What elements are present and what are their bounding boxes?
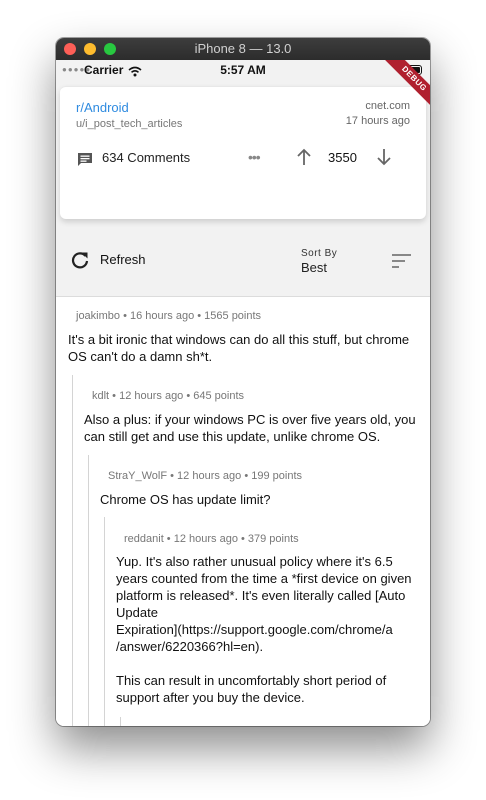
thread-line	[72, 375, 73, 726]
comment-body: Also a plus: if your windows PC is over …	[84, 412, 416, 444]
more-options-icon[interactable]: •••	[248, 149, 261, 165]
window-title: iPhone 8 — 13.0	[194, 41, 292, 56]
post-card[interactable]: r/Android u/i_post_tech_articles cnet.co…	[60, 86, 426, 219]
post-age: 17 hours ago	[345, 115, 410, 127]
post-score: 3550	[328, 150, 357, 165]
sort-icon[interactable]	[392, 253, 412, 274]
comment-meta: reddanit • 12 hours ago • 379 points	[124, 533, 299, 545]
status-time: 5:57 AM	[220, 63, 266, 77]
thread-line	[104, 517, 105, 726]
refresh-button[interactable]: Refresh	[100, 252, 146, 267]
comments-toolbar: Refresh Sort By Best	[56, 240, 430, 300]
sort-select[interactable]: Best	[301, 260, 327, 275]
device-screen: ●●●●● Carrier 5:57 AM r/Android u/i_post…	[56, 60, 430, 726]
comment-body: Chrome OS has update limit?	[100, 492, 271, 507]
thread-line	[120, 717, 121, 726]
upvote-arrow-icon[interactable]	[296, 148, 312, 171]
simulator-window: iPhone 8 — 13.0 ●●●●● Carrier 5:57 AM r/…	[56, 38, 430, 726]
post-author[interactable]: u/i_post_tech_articles	[76, 118, 182, 130]
status-bar: ●●●●● Carrier 5:57 AM	[56, 60, 430, 80]
comment-icon[interactable]	[77, 152, 93, 172]
sort-by-caption: Sort By	[301, 248, 338, 259]
comment-meta: StraY_WolF • 12 hours ago • 199 points	[108, 470, 302, 482]
comment-meta: joakimbo • 16 hours ago • 1565 points	[76, 310, 262, 322]
comment-meta: kdlt • 12 hours ago • 645 points	[92, 390, 245, 402]
subreddit-link[interactable]: r/Android	[76, 100, 129, 115]
window-titlebar: iPhone 8 — 13.0	[56, 38, 430, 61]
thread-line	[88, 455, 89, 726]
downvote-arrow-icon[interactable]	[376, 148, 392, 171]
refresh-icon[interactable]	[70, 250, 90, 275]
comments-count[interactable]: 634 Comments	[102, 150, 190, 165]
post-domain: cnet.com	[365, 100, 410, 112]
comments-list: joakimbo • 16 hours ago • 1565 points It…	[56, 296, 430, 726]
comment-body: It's a bit ironic that windows can do al…	[68, 332, 410, 364]
comment-body: Yup. It's also rather unusual policy whe…	[116, 554, 412, 705]
